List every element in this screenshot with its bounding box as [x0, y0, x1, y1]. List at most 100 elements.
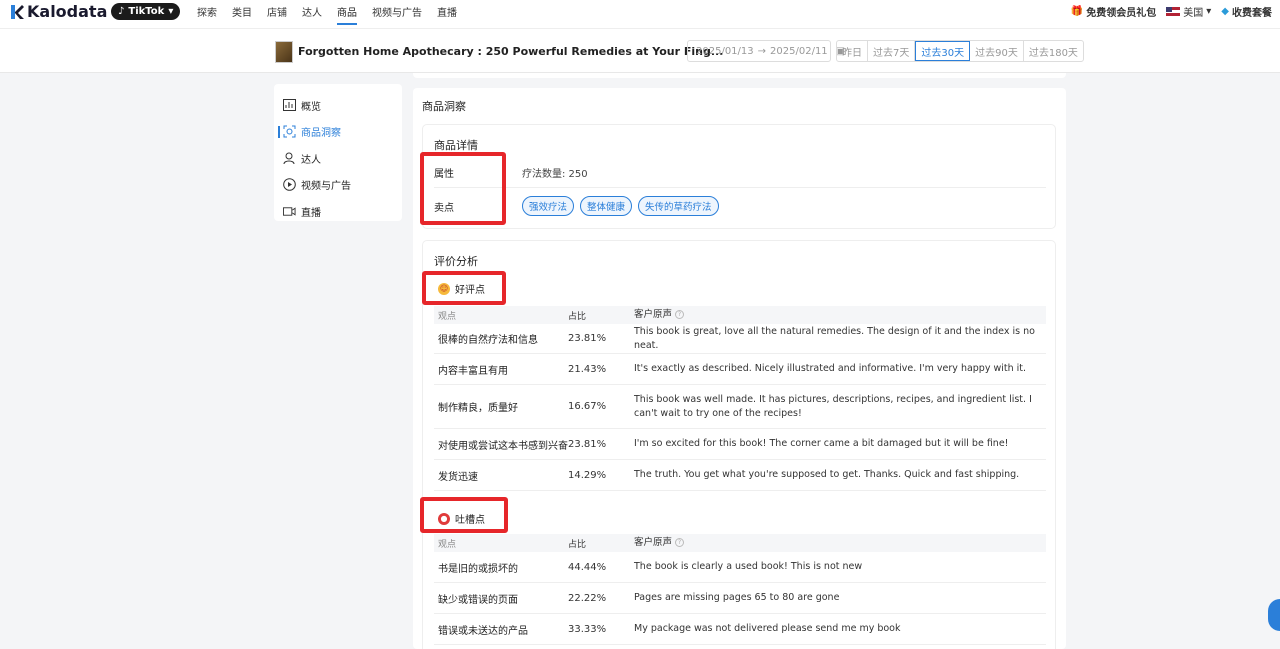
opinion-cell: 很棒的自然疗法和信息: [438, 335, 538, 346]
highlight-box-bad: [420, 497, 508, 533]
range-button[interactable]: 过去90天: [970, 41, 1024, 61]
table-row: 发货迅速 14.29% The truth. You get what you're…: [434, 460, 1046, 491]
quote-cell: The book is clearly a used book! This is…: [634, 561, 863, 573]
nav-link[interactable]: 店铺: [267, 4, 287, 25]
table-row: 缺少或错误的页面 22.22% Pages are missing pages 65…: [434, 583, 1046, 614]
sidebar-item-label: 视频与广告: [301, 181, 351, 193]
col-pct: 占比: [568, 311, 587, 322]
play-icon: [283, 178, 296, 192]
range-button[interactable]: 过去7天: [868, 41, 916, 61]
detail-title: 商品详情: [434, 139, 478, 152]
chevron-down-icon: ▾: [168, 6, 174, 17]
date-range-picker[interactable]: 2025/01/13 → 2025/02/11 ▣: [687, 40, 845, 62]
range-button[interactable]: 过去30天: [915, 41, 971, 61]
main-panel: 商品洞察 商品详情 属性 疗法数量: 250 卖点 强效疗法 整体健康 失传的草药疗…: [413, 88, 1066, 649]
gift-label: 免费领会员礼包: [1086, 8, 1157, 19]
attribute-row: 属性 疗法数量: 250: [434, 158, 1046, 188]
quote-cell: I'm so excited for this book! The corner…: [634, 438, 1009, 450]
range-button[interactable]: 昨日: [837, 41, 868, 61]
nav-link[interactable]: 探索: [197, 4, 217, 25]
platform-selector[interactable]: ♪ TikTok ▾: [111, 3, 181, 20]
main-top-strip: [413, 73, 1066, 78]
page-title: 商品洞察: [422, 100, 466, 113]
opinion-cell: 制作精良，质量好: [438, 403, 518, 414]
top-navbar: Kalodata ♪ TikTok ▾ 探索 类目 店铺 达人 商品 视频与广告 直播 🎁 …: [0, 0, 1280, 28]
percentage-cell: 33.33%: [568, 623, 607, 635]
insight-icon: [283, 125, 296, 138]
nav-link[interactable]: 达人: [302, 4, 322, 25]
floating-help-button[interactable]: [1268, 599, 1280, 631]
quote-cell: This book was well made. It has pictures…: [634, 394, 1032, 419]
percentage-cell: 14.29%: [568, 469, 607, 481]
kalodata-logo[interactable]: Kalodata: [10, 2, 107, 21]
opinion-cell: 对使用或尝试这本书感到兴奋: [438, 440, 568, 452]
platform-label: TikTok: [128, 6, 165, 17]
pricing-link[interactable]: ◆ 收费套餐: [1221, 4, 1272, 19]
percentage-cell: 44.44%: [568, 561, 607, 573]
chevron-down-icon: ▾: [1206, 6, 1212, 17]
region-selector[interactable]: 美国 ▾: [1166, 4, 1211, 19]
product-header: Forgotten Home Apothecary : 250 Powerful…: [0, 28, 1280, 73]
opinion-cell: 缺少或错误的页面: [438, 594, 518, 606]
table-row: 制作精良，质量好 16.67% This book was well made. I…: [434, 385, 1046, 429]
sidebar-item-label: 商品洞察: [301, 128, 341, 140]
col-pct: 占比: [568, 539, 587, 550]
col-point: 观点: [438, 539, 457, 550]
main-nav: 探索 类目 店铺 达人 商品 视频与广告 直播: [197, 4, 472, 25]
table-header: 观点 占比 客户原声?: [434, 306, 1046, 324]
percentage-cell: 21.43%: [568, 363, 607, 375]
selling-tag[interactable]: 整体健康: [580, 196, 633, 216]
help-icon[interactable]: ?: [675, 538, 685, 548]
product-thumbnail: [275, 41, 293, 63]
percentage-cell: 23.81%: [568, 333, 607, 344]
region-label: 美国: [1183, 8, 1204, 19]
date-end: 2025/02/11: [770, 45, 828, 57]
quote-cell: My package was not delivered please send…: [634, 623, 901, 635]
sidebar-item-label: 概览: [301, 101, 321, 113]
table-header: 观点 占比 客户原声?: [434, 534, 1046, 552]
nav-link[interactable]: 商品: [337, 4, 357, 25]
nav-link[interactable]: 直播: [437, 4, 457, 25]
sidebar-item-label: 达人: [301, 154, 321, 166]
quote-cell: It's exactly as described. Nicely illust…: [634, 363, 1027, 375]
video-icon: [283, 205, 296, 218]
product-detail-card: 商品详情 属性 疗法数量: 250 卖点 强效疗法 整体健康 失传的草药疗法: [422, 124, 1056, 229]
col-quote: 客户原声?: [634, 308, 1046, 321]
gift-icon: 🎁: [1070, 6, 1084, 17]
table-row: 错误或未送达的产品 33.33% My package was not delive…: [434, 614, 1046, 645]
diamond-icon: ◆: [1221, 6, 1229, 17]
review-analysis-card: 评价分析 ☺ 好评点 观点 占比 客户原声? 很棒的自然疗法和信息 23.81% T…: [422, 240, 1056, 649]
selling-point-row: 卖点 强效疗法 整体健康 失传的草药疗法: [434, 191, 1046, 221]
percentage-cell: 23.81%: [568, 438, 607, 450]
help-icon[interactable]: ?: [675, 310, 685, 320]
selling-tag[interactable]: 强效疗法: [522, 196, 575, 216]
nav-right: 🎁 免费领会员礼包 美国 ▾ ◆ 收费套餐: [1071, 4, 1272, 19]
sidebar-item[interactable]: 商品洞察: [274, 119, 402, 146]
review-title: 评价分析: [434, 255, 478, 268]
date-start: 2025/01/13: [696, 45, 754, 57]
nav-link[interactable]: 类目: [232, 4, 252, 25]
attribute-value: 疗法数量: 250: [522, 169, 588, 180]
sidebar-item[interactable]: 视频与广告: [274, 172, 402, 199]
table-row: 书是旧的或损坏的 44.44% The book is clearly a used…: [434, 552, 1046, 583]
gift-link[interactable]: 🎁 免费领会员礼包: [1071, 4, 1156, 19]
table-row: 对使用或尝试这本书感到兴奋 23.81% I'm so excited for th…: [434, 429, 1046, 460]
opinion-cell: 书是旧的或损坏的: [438, 563, 518, 575]
sidebar-item[interactable]: 概览: [274, 92, 402, 119]
col-quote: 客户原声?: [634, 536, 1046, 549]
product-title: Forgotten Home Apothecary : 250 Powerful…: [298, 45, 724, 58]
selling-tags: 强效疗法 整体健康 失传的草药疗法: [522, 196, 719, 216]
table-row: 内容丰富且有用 21.43% It's exactly as described. …: [434, 354, 1046, 385]
sidebar-item[interactable]: 直播: [274, 198, 402, 225]
opinion-cell: 内容丰富且有用: [438, 365, 508, 377]
sidebar-item[interactable]: 达人: [274, 145, 402, 172]
chart-icon: [283, 99, 296, 112]
pricing-label: 收费套餐: [1232, 8, 1272, 19]
table-row: 很棒的自然疗法和信息 23.81% This book is great, love…: [434, 324, 1046, 354]
nav-link[interactable]: 视频与广告: [372, 4, 422, 25]
date-separator: →: [757, 45, 767, 57]
selling-tag[interactable]: 失传的草药疗法: [638, 196, 719, 216]
quote-cell: The truth. You get what you're supposed …: [634, 469, 1020, 481]
range-button[interactable]: 过去180天: [1024, 41, 1083, 61]
sidebar: 概览 商品洞察 达人 视频与广告 直播: [274, 84, 402, 221]
